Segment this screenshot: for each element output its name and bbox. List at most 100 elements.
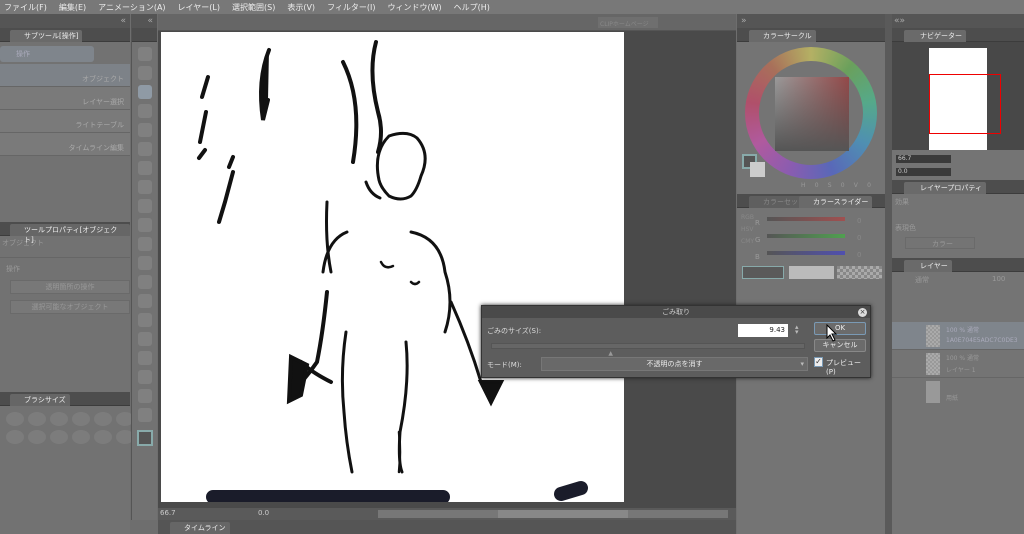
pencil-tool-icon[interactable] xyxy=(137,180,152,194)
saturation-value-square[interactable] xyxy=(775,77,849,151)
move-tool-icon[interactable] xyxy=(137,104,152,118)
menu-animation[interactable]: アニメーション(A) xyxy=(98,2,165,13)
tab-layer-property[interactable]: レイヤープロパティ xyxy=(904,182,986,194)
rotate-tool-icon[interactable] xyxy=(137,66,152,80)
ok-button[interactable]: OK xyxy=(814,322,866,335)
brush-size-option[interactable] xyxy=(50,430,68,444)
horizontal-scrollbar[interactable] xyxy=(378,510,728,518)
menu-filter[interactable]: フィルター(I) xyxy=(327,2,375,13)
figure-tool-icon[interactable] xyxy=(137,332,152,346)
mode-rgb[interactable]: RGB xyxy=(741,212,754,224)
tab-timeline[interactable]: タイムライン xyxy=(170,522,230,534)
selectable-object-select[interactable]: 選択可能なオブジェクト xyxy=(10,300,130,314)
subtool-timeline-edit[interactable]: タイムライン編集 xyxy=(0,133,130,156)
brush-size-option[interactable] xyxy=(50,412,68,426)
ruler-tool-icon[interactable] xyxy=(137,370,152,384)
fill-tool-icon[interactable] xyxy=(137,294,152,308)
size-stepper[interactable]: ▴ ▾ xyxy=(795,324,799,336)
menu-edit[interactable]: 編集(E) xyxy=(59,2,86,13)
r-value[interactable]: 0 xyxy=(857,213,861,230)
operation-tool-icon[interactable] xyxy=(137,85,152,99)
brush-size-option[interactable] xyxy=(6,412,24,426)
mode-hsv[interactable]: HSV xyxy=(741,224,753,236)
cancel-button[interactable]: キャンセル xyxy=(814,339,866,352)
transparent-color-box[interactable] xyxy=(837,266,882,279)
tab-color-slider[interactable]: カラースライダー xyxy=(799,196,873,208)
brush-tool-icon[interactable] xyxy=(137,199,152,213)
subtool-object[interactable]: オブジェクト xyxy=(0,64,130,87)
close-icon[interactable]: × xyxy=(858,308,867,317)
frame-tool-icon[interactable] xyxy=(137,351,152,365)
text-tool-icon[interactable] xyxy=(137,389,152,403)
selection-tool-icon[interactable] xyxy=(137,123,152,137)
eyedropper-tool-icon[interactable] xyxy=(137,142,152,156)
g-value[interactable]: 0 xyxy=(857,230,861,247)
brush-size-option[interactable] xyxy=(94,430,112,444)
clip-home-button[interactable]: CLIPホームページ xyxy=(598,17,658,28)
slider-thumb[interactable]: ▲ xyxy=(608,350,613,357)
menu-file[interactable]: ファイル(F) xyxy=(4,2,47,13)
scrollbar-thumb[interactable] xyxy=(498,510,628,518)
blend-tool-icon[interactable] xyxy=(137,275,152,289)
collapse-icon[interactable]: « xyxy=(132,14,157,28)
brush-size-option[interactable] xyxy=(28,412,46,426)
zoom-tool-icon[interactable] xyxy=(137,47,152,61)
navigator-angle-slider[interactable]: 0.0 xyxy=(896,168,951,176)
balloon-tool-icon[interactable] xyxy=(137,408,152,422)
size-input[interactable]: 9.43 xyxy=(738,324,788,337)
gradient-tool-icon[interactable] xyxy=(137,313,152,327)
collapse-icon[interactable]: « xyxy=(0,14,130,28)
layer-row[interactable]: 用紙 xyxy=(892,378,1024,406)
sub-color-box[interactable] xyxy=(789,266,834,279)
size-slider[interactable]: ▲ xyxy=(491,343,805,357)
g-slider[interactable] xyxy=(767,234,845,238)
decoration-tool-icon[interactable] xyxy=(137,237,152,251)
layer-row[interactable]: 100 % 通常 レイヤー 1 xyxy=(892,350,1024,378)
status-zoom-value[interactable]: 66.7 xyxy=(160,509,176,517)
brush-size-option[interactable] xyxy=(6,430,24,444)
b-value[interactable]: 0 xyxy=(857,247,861,264)
eraser-tool-icon[interactable] xyxy=(137,256,152,270)
tab-navigator[interactable]: ナビゲーター xyxy=(904,30,966,42)
main-color-swatch[interactable] xyxy=(136,430,153,446)
brush-size-option[interactable] xyxy=(94,412,112,426)
r-slider[interactable] xyxy=(767,217,845,221)
menu-layer[interactable]: レイヤー(L) xyxy=(178,2,220,13)
subtool-group[interactable]: 操作 xyxy=(0,46,94,62)
tab-layer[interactable]: レイヤー xyxy=(904,260,952,272)
main-color-box[interactable] xyxy=(742,266,784,279)
status-angle-value[interactable]: 0.0 xyxy=(258,509,269,517)
preview-checkbox[interactable]: ✓ xyxy=(814,357,823,367)
mode-select[interactable]: 不透明の点を消す ▾ xyxy=(541,357,808,371)
brush-size-option[interactable] xyxy=(72,412,90,426)
navigator-preview[interactable] xyxy=(892,42,1024,150)
mode-cmy[interactable]: CMY xyxy=(741,236,754,248)
canvas-area[interactable] xyxy=(158,31,736,508)
hue-ring[interactable] xyxy=(745,47,877,179)
menu-view[interactable]: 表示(V) xyxy=(287,2,315,13)
brush-size-option[interactable] xyxy=(28,430,46,444)
menu-selection[interactable]: 選択範囲(S) xyxy=(232,2,275,13)
pen-tool-icon[interactable] xyxy=(137,161,152,175)
tab-color-circle[interactable]: カラーサークル xyxy=(749,30,816,42)
expand-icon[interactable]: » xyxy=(737,14,885,28)
expand-icon[interactable]: «» xyxy=(892,14,1024,28)
airbrush-tool-icon[interactable] xyxy=(137,218,152,232)
b-slider[interactable] xyxy=(767,251,845,255)
layer-row[interactable]: 100 % 通常 1A0E704E5ADC7C0DE3 xyxy=(892,322,1024,350)
navigator-zoom-slider[interactable]: 66.7 xyxy=(896,155,951,163)
navigator-view-rect[interactable] xyxy=(929,74,1001,134)
transparent-operation-select[interactable]: 透明箇所の操作 xyxy=(10,280,130,294)
layer-opacity-value[interactable]: 100 xyxy=(992,275,1005,283)
express-color-select[interactable]: カラー xyxy=(905,237,975,249)
tab-tool-property[interactable]: ツールプロパティ[オブジェクト] xyxy=(10,224,130,244)
subtool-layer-select[interactable]: レイヤー選択 xyxy=(0,87,130,110)
subtool-lighttable[interactable]: ライトテーブル xyxy=(0,110,130,133)
tab-subtool[interactable]: サブツール[操作] xyxy=(10,30,83,42)
menu-window[interactable]: ウィンドウ(W) xyxy=(388,2,442,13)
canvas-drawing[interactable] xyxy=(161,32,624,502)
tab-brush-size[interactable]: ブラシサイズ xyxy=(10,394,70,406)
sub-color-swatch[interactable] xyxy=(750,162,765,177)
menu-help[interactable]: ヘルプ(H) xyxy=(454,2,490,13)
brush-size-option[interactable] xyxy=(72,430,90,444)
